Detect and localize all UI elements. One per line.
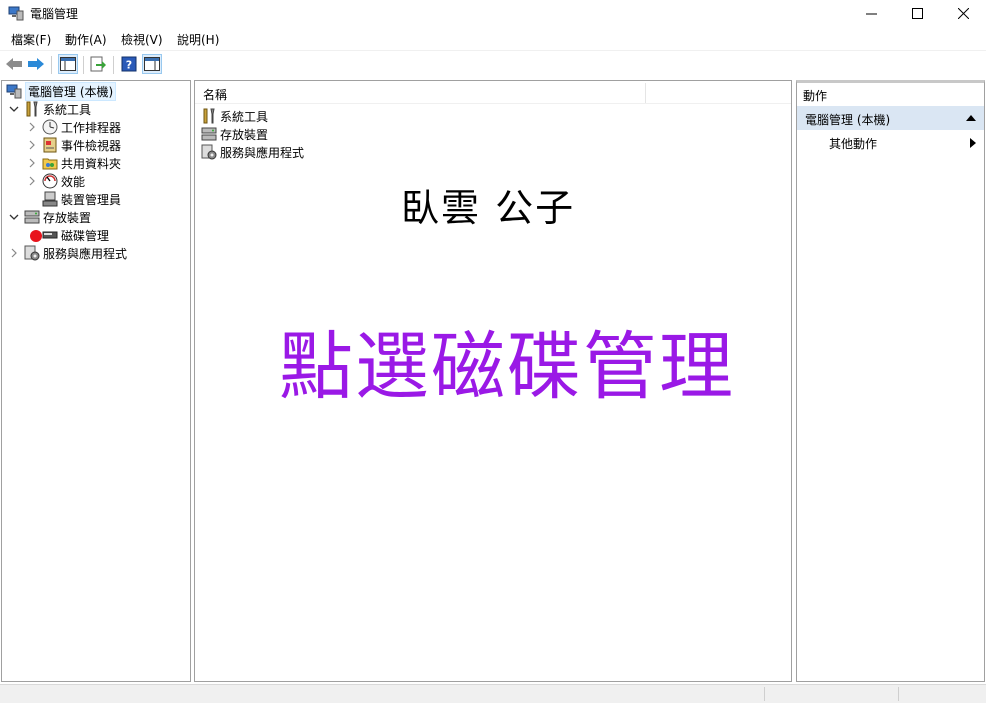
tree-item-label: 裝置管理員 xyxy=(61,192,122,207)
performance-gauge-icon xyxy=(42,173,58,189)
actions-pane: 動作 電腦管理 (本機) 其他動作 xyxy=(796,80,985,682)
show-hide-action-pane-icon[interactable] xyxy=(142,54,162,74)
chevron-down-icon[interactable] xyxy=(8,211,20,223)
computer-management-icon xyxy=(6,83,22,99)
status-bar xyxy=(0,684,986,703)
tree-item-root[interactable]: 電腦管理 (本機) xyxy=(6,81,117,101)
annotation-text: 點選磁碟管理 xyxy=(279,324,735,410)
tree-item-label: 服務與應用程式 xyxy=(43,246,128,261)
storage-icon xyxy=(201,126,217,142)
actions-section[interactable]: 電腦管理 (本機) xyxy=(797,106,984,130)
tree-item-label: 事件檢視器 xyxy=(61,138,122,153)
tree-item-label: 工作排程器 xyxy=(61,120,122,135)
tree-item-system-tools[interactable]: 系統工具 xyxy=(8,100,91,118)
toolbar: ? xyxy=(0,50,986,79)
tree-item-label: 電腦管理 (本機) xyxy=(25,81,117,101)
column-header-name[interactable]: 名稱 xyxy=(195,81,791,104)
back-icon[interactable] xyxy=(4,54,24,74)
help-icon[interactable]: ? xyxy=(119,54,139,74)
marker-dot xyxy=(30,230,42,242)
menu-file[interactable]: 檔案(F) xyxy=(11,31,51,48)
actions-header: 動作 xyxy=(803,89,828,103)
tree-item-label: 磁碟管理 xyxy=(61,228,110,243)
computer-management-icon xyxy=(8,5,24,21)
tree-item-storage[interactable]: 存放裝置 xyxy=(8,208,91,226)
collapse-up-icon[interactable] xyxy=(966,114,976,121)
results-pane: 名稱 系統工具 存放裝置 服務與應用程式 臥雲 公子 點選磁碟管理 xyxy=(194,80,792,682)
show-hide-console-tree-icon[interactable] xyxy=(58,54,78,74)
export-list-icon[interactable] xyxy=(88,54,108,74)
watermark-text: 臥雲 公子 xyxy=(401,186,576,230)
title-bar: 電腦管理 xyxy=(0,0,986,26)
menu-action[interactable]: 動作(A) xyxy=(65,31,107,48)
tree-item-task-scheduler[interactable]: 工作排程器 xyxy=(26,118,121,136)
list-item[interactable]: 存放裝置 xyxy=(201,125,268,143)
menu-bar: 檔案(F) 動作(A) 檢視(V) 說明(H) xyxy=(0,28,986,48)
chevron-down-icon[interactable] xyxy=(8,103,20,115)
window-title: 電腦管理 xyxy=(30,7,79,21)
submenu-arrow-icon xyxy=(970,138,976,148)
list-item[interactable]: 服務與應用程式 xyxy=(201,143,304,161)
device-manager-icon xyxy=(42,191,58,207)
tree-item-device-manager[interactable]: 裝置管理員 xyxy=(42,190,121,208)
shared-folder-icon xyxy=(42,155,58,171)
chevron-right-icon[interactable] xyxy=(26,157,38,169)
svg-text:?: ? xyxy=(126,59,132,72)
disk-icon xyxy=(42,227,58,243)
list-item[interactable]: 系統工具 xyxy=(201,107,268,125)
storage-icon xyxy=(24,209,40,225)
chevron-right-icon[interactable] xyxy=(26,175,38,187)
maximize-button[interactable] xyxy=(894,0,940,26)
services-icon xyxy=(201,144,217,160)
services-icon xyxy=(24,245,40,261)
menu-help[interactable]: 說明(H) xyxy=(177,31,219,48)
tree-item-label: 效能 xyxy=(61,174,86,189)
tools-icon xyxy=(201,108,217,124)
console-tree: 電腦管理 (本機) 系統工具 工作排程器 事件檢視器 共用資料夾 效能 裝置管理… xyxy=(1,80,191,682)
menu-view[interactable]: 檢視(V) xyxy=(121,31,163,48)
tools-icon xyxy=(24,101,40,117)
minimize-button[interactable] xyxy=(848,0,894,26)
tree-item-label: 系統工具 xyxy=(43,102,92,117)
tree-item-label: 存放裝置 xyxy=(43,210,92,225)
tree-item-label: 共用資料夾 xyxy=(61,156,122,171)
chevron-right-icon[interactable] xyxy=(26,139,38,151)
tree-item-services-apps[interactable]: 服務與應用程式 xyxy=(8,244,127,262)
tree-item-performance[interactable]: 效能 xyxy=(26,172,85,190)
forward-icon[interactable] xyxy=(26,54,46,74)
more-actions-item[interactable]: 其他動作 xyxy=(829,135,877,152)
event-log-icon xyxy=(42,137,58,153)
chevron-right-icon[interactable] xyxy=(26,121,38,133)
close-button[interactable] xyxy=(940,0,986,26)
tree-item-disk-management[interactable]: 磁碟管理 xyxy=(42,226,109,244)
chevron-right-icon[interactable] xyxy=(8,247,20,259)
tree-item-event-viewer[interactable]: 事件檢視器 xyxy=(26,136,121,154)
tree-item-shared-folders[interactable]: 共用資料夾 xyxy=(26,154,121,172)
clock-icon xyxy=(42,119,58,135)
